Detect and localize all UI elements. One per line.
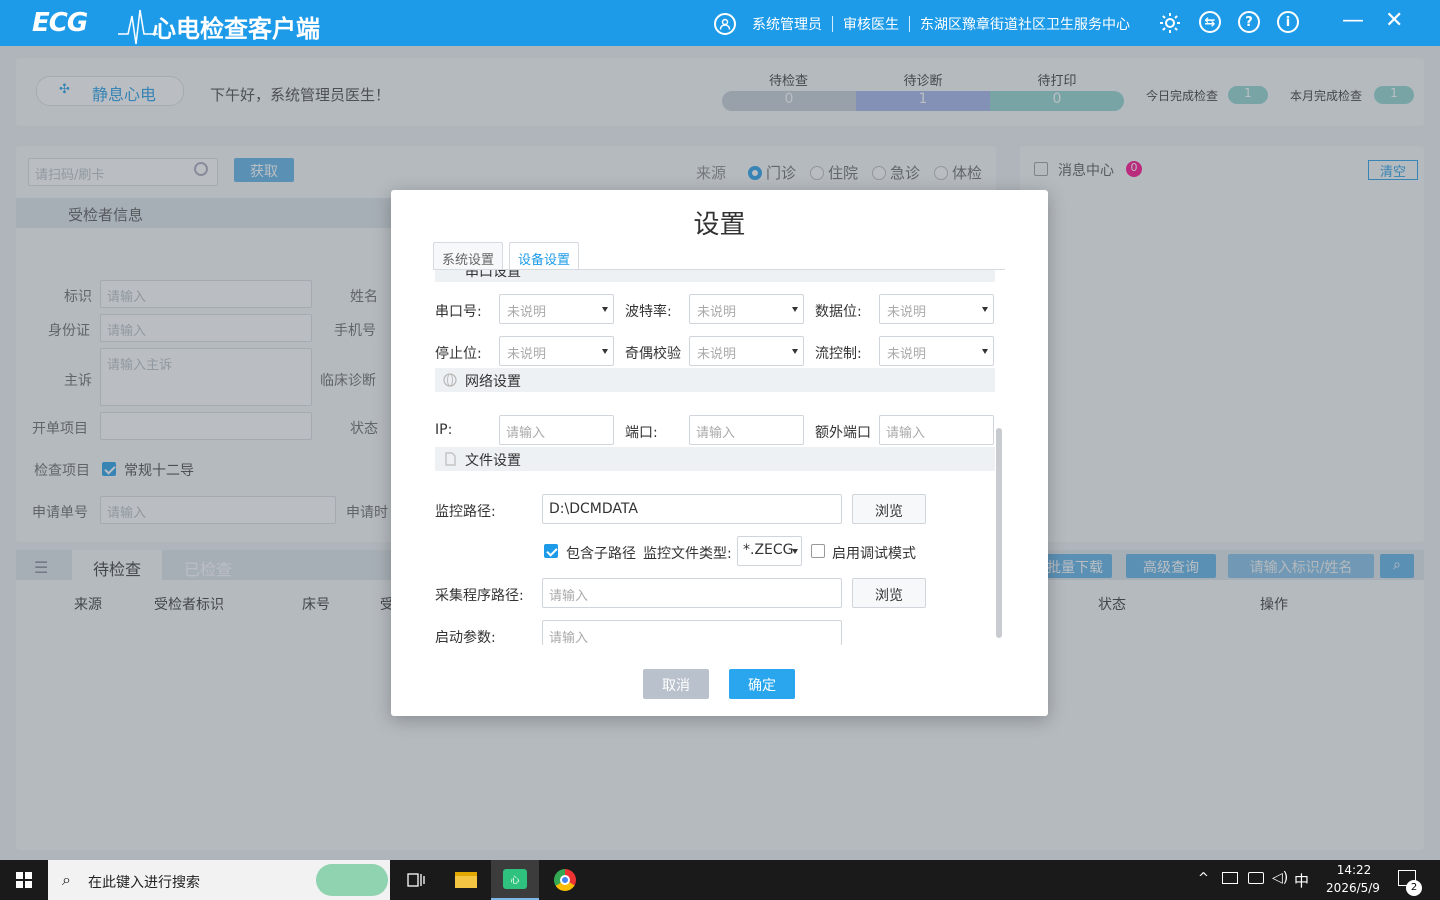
chevron-down-icon [982, 307, 988, 312]
tab-system-settings[interactable]: 系统设置 [433, 242, 504, 270]
data-bits-label: 数据位: [815, 304, 862, 320]
include-subpath-label: 包含子路径 [566, 546, 636, 562]
data-bits-select[interactable]: 未说明 [879, 294, 994, 324]
help-icon[interactable]: ? [1238, 11, 1260, 33]
organization-name: 东湖区豫章街道社区卫生服务中心 [920, 17, 1130, 33]
minimize-button[interactable]: — [1342, 8, 1364, 33]
ime-indicator[interactable]: 中 [1294, 870, 1309, 891]
tab-device-settings[interactable]: 设备设置 [509, 242, 580, 270]
chrome-icon[interactable] [541, 860, 589, 900]
dialog-title: 设置 [693, 210, 746, 240]
file-section-title: 文件设置 [465, 453, 521, 469]
start-args-input[interactable]: 请输入 [542, 620, 842, 645]
monitor-path-label: 监控路径: [435, 504, 496, 520]
chevron-down-icon [602, 307, 608, 312]
printer-icon[interactable] [1222, 872, 1238, 884]
logo-text: ECG [32, 8, 88, 38]
title-bar: ECG 心电检查客户端 系统管理员 审核医生 东湖区豫章街道社区卫生服务中心 ⇆… [0, 0, 1440, 46]
chevron-down-icon [602, 349, 608, 354]
include-subpath-checkbox[interactable] [544, 544, 558, 558]
browse-collector-button[interactable]: 浏览 [852, 578, 926, 608]
extra-port-label: 额外端口 [815, 425, 871, 441]
confirm-button[interactable]: 确定 [729, 669, 795, 699]
clock-time[interactable]: 14:22 [1322, 863, 1386, 877]
flow-control-label: 流控制: [815, 346, 862, 362]
network-section-header: 网络设置 [435, 368, 995, 392]
debug-mode-checkbox[interactable] [811, 544, 825, 558]
network-port-label: 端口: [625, 425, 658, 441]
user-icon[interactable] [714, 13, 736, 35]
start-button[interactable] [0, 860, 48, 900]
user-name: 系统管理员 [752, 17, 822, 33]
chevron-down-icon [792, 307, 798, 312]
serial-section-header: 串口设置 [435, 270, 995, 282]
chevron-up-icon[interactable]: ^ [1198, 871, 1209, 886]
notification-count: 2 [1406, 880, 1422, 896]
file-type-label: 监控文件类型: [643, 546, 732, 562]
divider [832, 16, 833, 32]
document-icon [445, 452, 456, 466]
settings-dialog: 设置 系统设置 设备设置 串口设置 串口号: 未说明 波特率: 未说明 数据位:… [391, 190, 1048, 716]
title-icons: ⇆ ? i [1158, 11, 1299, 35]
network-port-input[interactable]: 请输入 [689, 415, 804, 445]
collector-path-input[interactable]: 请输入 [542, 578, 842, 608]
settings-tabs: 系统设置 设备设置 [433, 242, 580, 270]
windows-taskbar: ⌕ 在此键入进行搜索 心 ^ ◁) 中 14:22 2026/5/9 2 [0, 860, 1440, 900]
file-explorer-icon[interactable] [442, 860, 490, 900]
debug-mode-label: 启用调试模式 [832, 546, 916, 562]
parity-label: 奇偶校验 [625, 346, 681, 362]
serial-section-title: 串口设置 [465, 270, 521, 280]
network-section-title: 网络设置 [465, 374, 521, 390]
divider [909, 16, 910, 32]
baud-rate-select[interactable]: 未说明 [689, 294, 804, 324]
extra-port-input[interactable]: 请输入 [879, 415, 994, 445]
user-role: 审核医生 [843, 17, 899, 33]
chevron-down-icon [792, 549, 798, 554]
ip-input[interactable]: 请输入 [499, 415, 614, 445]
stop-bits-select[interactable]: 未说明 [499, 336, 614, 366]
serial-port-label: 串口号: [435, 304, 482, 320]
network-icon[interactable] [1248, 872, 1264, 884]
volume-icon[interactable]: ◁) [1272, 870, 1288, 886]
file-section-header: 文件设置 [435, 447, 995, 471]
task-view-icon[interactable] [392, 860, 440, 900]
parity-select[interactable]: 未说明 [689, 336, 804, 366]
close-button[interactable]: ✕ [1385, 8, 1403, 33]
clock-date[interactable]: 2026/5/9 [1320, 881, 1386, 895]
ip-label: IP: [435, 422, 453, 438]
monitor-path-input[interactable]: D:\DCMDATA [542, 494, 842, 524]
taskbar-search[interactable]: ⌕ 在此键入进行搜索 [48, 860, 390, 900]
taskbar-search-placeholder: 在此键入进行搜索 [88, 875, 200, 891]
stop-bits-label: 停止位: [435, 346, 482, 362]
serial-port-select[interactable]: 未说明 [499, 294, 614, 324]
start-args-label: 启动参数: [435, 630, 496, 645]
app-logo: ECG [32, 6, 158, 45]
baud-rate-label: 波特率: [625, 304, 672, 320]
file-type-select[interactable]: *.ZECG [737, 536, 802, 566]
settings-scrollbar[interactable] [996, 428, 1002, 638]
collector-path-label: 采集程序路径: [435, 588, 524, 604]
swap-icon[interactable]: ⇆ [1199, 11, 1221, 33]
globe-icon [443, 373, 457, 387]
app-title: 心电检查客户端 [152, 15, 320, 43]
ecg-client-taskbar-icon[interactable]: 心 [491, 860, 539, 900]
search-icon: ⌕ [62, 870, 71, 889]
cancel-button[interactable]: 取消 [643, 669, 709, 699]
browse-monitor-button[interactable]: 浏览 [852, 494, 926, 524]
info-icon[interactable]: i [1277, 11, 1299, 33]
chevron-down-icon [982, 349, 988, 354]
windows-logo-icon [16, 872, 32, 888]
user-info: 系统管理员 审核医生 东湖区豫章街道社区卫生服务中心 [714, 10, 1130, 38]
settings-scroll-area: 串口设置 串口号: 未说明 波特率: 未说明 数据位: 未说明 停止位: 未说明… [433, 270, 998, 645]
gear-icon[interactable] [1158, 11, 1182, 35]
search-highlight-image [316, 864, 388, 896]
chevron-down-icon [792, 349, 798, 354]
flow-control-select[interactable]: 未说明 [879, 336, 994, 366]
